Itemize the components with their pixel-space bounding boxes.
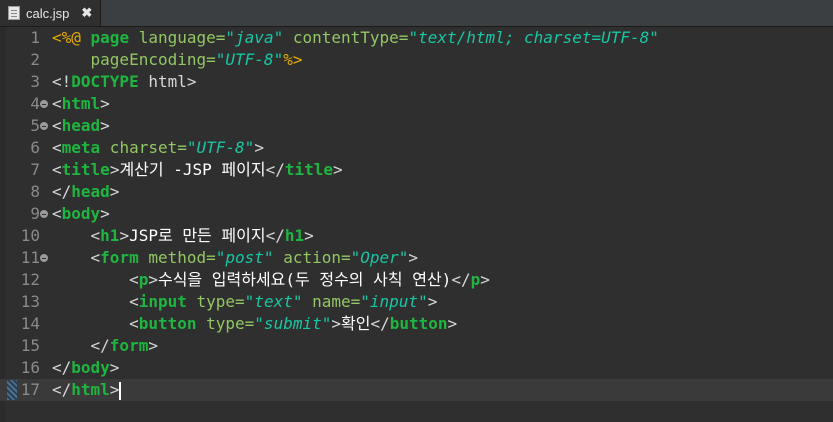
code-text[interactable]: <head> [52, 115, 110, 137]
line-number: 11 [20, 248, 40, 267]
code-text[interactable]: <button type="submit">확인</button> [52, 313, 457, 335]
current-line-highlight: 17 </html> [0, 379, 833, 401]
code-line: 15 </form> [0, 335, 833, 357]
code-line: 12 <p>수식을 입력하세요(두 정수의 사칙 연산)</p> [0, 269, 833, 291]
code-text[interactable]: <html> [52, 93, 110, 115]
file-icon [8, 6, 20, 20]
code-text[interactable]: pageEncoding="UTF-8"%> [52, 49, 303, 71]
code-text[interactable]: <title>계산기 -JSP 페이지</title> [52, 159, 343, 181]
code-line: 9 <body> [0, 203, 833, 225]
close-icon[interactable]: ✖ [81, 5, 92, 21]
line-number: 7 [30, 160, 40, 179]
line-number: 6 [30, 138, 40, 157]
code-text[interactable]: </form> [52, 335, 158, 357]
code-line: 4 <html> [0, 93, 833, 115]
code-text[interactable]: <p>수식을 입력하세요(두 정수의 사칙 연산)</p> [52, 269, 490, 291]
code-text[interactable]: <body> [52, 203, 110, 225]
line-number: 2 [30, 50, 40, 69]
code-line: 5 <head> [0, 115, 833, 137]
code-line: 6 <meta charset="UTF-8"> [0, 137, 833, 159]
line-number: 17 [20, 380, 40, 399]
line-number: 8 [30, 182, 40, 201]
code-text[interactable]: <form method="post" action="Oper"> [52, 247, 419, 269]
code-text[interactable]: <input type="text" name="input"> [52, 291, 437, 313]
line-number: 12 [20, 270, 40, 289]
fold-toggle-icon[interactable] [40, 254, 48, 262]
line-number: 4 [30, 94, 40, 113]
tab-calc-jsp[interactable]: calc.jsp ✖ [0, 0, 101, 26]
code-line: 10 <h1>JSP로 만든 페이지</h1> [0, 225, 833, 247]
code-line: 8 </head> [0, 181, 833, 203]
line-number: 13 [20, 292, 40, 311]
code-text[interactable]: </body> [52, 357, 119, 379]
fold-toggle-icon[interactable] [40, 210, 48, 218]
code-line: 16 </body> [0, 357, 833, 379]
line-number: 14 [20, 314, 40, 333]
fold-toggle-icon[interactable] [40, 122, 48, 130]
code-editor[interactable]: 1 <%@ page language="java" contentType="… [0, 27, 833, 422]
code-line: 11 <form method="post" action="Oper"> [0, 247, 833, 269]
line-number: 16 [20, 358, 40, 377]
code-text[interactable]: <!DOCTYPE html> [52, 71, 197, 93]
code-text[interactable]: </html> [52, 379, 122, 401]
code-text[interactable]: <%@ page language="java" contentType="te… [52, 27, 659, 49]
line-number: 10 [20, 226, 40, 245]
code-line: 1 <%@ page language="java" contentType="… [0, 27, 833, 49]
code-line: 13 <input type="text" name="input"> [0, 291, 833, 313]
code-line: 3 <!DOCTYPE html> [0, 71, 833, 93]
code-line: 14 <button type="submit">확인</button> [0, 313, 833, 335]
tab-label: calc.jsp [26, 5, 70, 21]
text-cursor [119, 381, 122, 400]
code-line: 2 pageEncoding="UTF-8"%> [0, 49, 833, 71]
editor-tab-bar: calc.jsp ✖ [0, 0, 833, 27]
line-number: 1 [30, 28, 40, 47]
line-number: 9 [30, 204, 40, 223]
code-line: 7 <title>계산기 -JSP 페이지</title> [0, 159, 833, 181]
code-text[interactable]: </head> [52, 181, 119, 203]
line-number: 15 [20, 336, 40, 355]
line-number: 3 [30, 72, 40, 91]
code-text[interactable]: <meta charset="UTF-8"> [52, 137, 264, 159]
line-number: 5 [30, 116, 40, 135]
fold-toggle-icon[interactable] [40, 100, 48, 108]
code-text[interactable]: <h1>JSP로 만든 페이지</h1> [52, 225, 314, 247]
